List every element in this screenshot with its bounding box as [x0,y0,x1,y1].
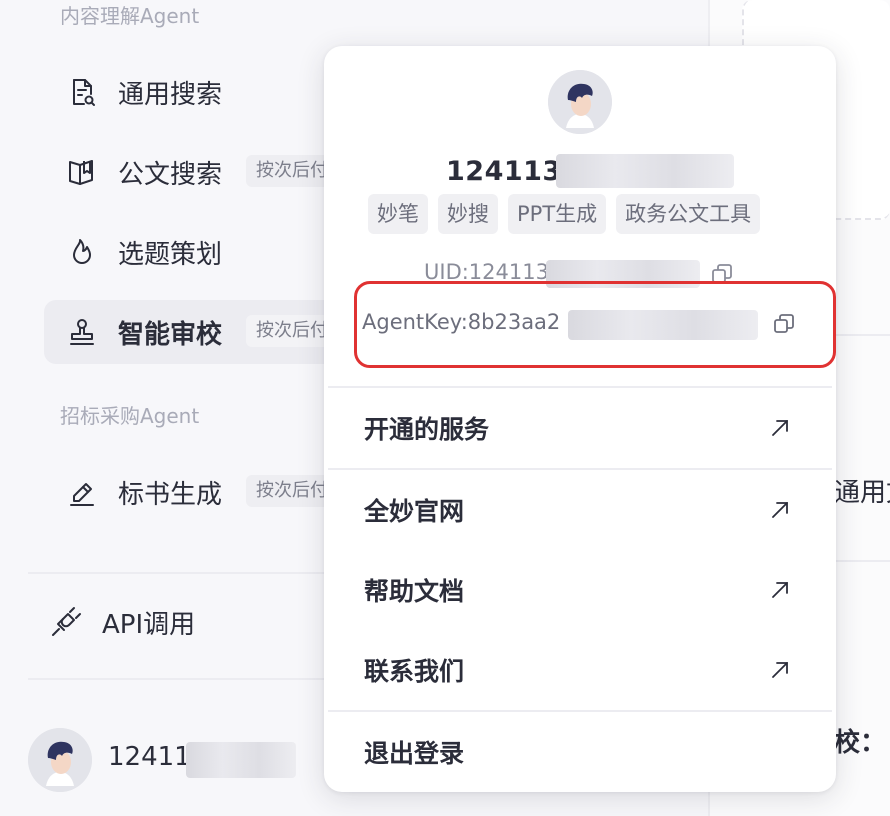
arrow-up-right-icon [768,578,792,602]
pen-write-icon [66,476,98,508]
sidebar-item-label: 智能审校 [118,320,223,350]
book-open-icon [66,156,98,188]
section-label: 内容理解Agent [60,4,200,28]
logout-label: 退出登录 [364,739,465,768]
document-search-icon [66,76,98,108]
service-tags: 妙笔 妙搜 PPT生成 政务公文工具 [368,194,761,234]
menu-item-contact-us[interactable]: 联系我们 [324,630,836,710]
service-tag: 妙笔 [368,194,428,234]
user-profile-button[interactable]: 124113 [28,728,328,792]
flame-icon [66,236,98,268]
avatar [28,728,92,792]
content-text: 通用文 [834,478,890,508]
stamp-icon [66,316,98,348]
section-label: 招标采购Agent [60,404,200,428]
arrow-up-right-icon [768,498,792,522]
menu-item-help-docs[interactable]: 帮助文档 [324,550,836,630]
plug-icon [50,606,82,638]
menu-item-label: 帮助文档 [364,577,465,606]
menu-item-label: 开通的服务 [364,415,490,444]
redaction-mask [556,154,734,188]
logout-button[interactable]: 退出登录 [324,712,836,792]
sidebar-item-label: 标书生成 [118,480,223,510]
arrow-up-right-icon [768,658,792,682]
service-tag: 妙搜 [438,194,498,234]
app-screen: 通用文 校： 内容理解Agent 通用搜索 公文搜索 按次 [0,0,890,816]
menu-item-label: 联系我们 [364,657,465,686]
sidebar-item-api[interactable]: API调用 [44,590,344,654]
redaction-mask [186,742,296,778]
redaction-mask [568,310,758,340]
copy-icon[interactable] [772,312,796,336]
sidebar-item-label: 公文搜索 [118,160,223,190]
sidebar-item-label: 选题策划 [118,240,223,270]
service-tag: PPT生成 [508,194,607,234]
divider [834,334,890,336]
content-text: 校： [834,728,887,758]
user-menu-popover: 1241136 妙笔 妙搜 PPT生成 政务公文工具 UID:124113 Ag… [324,46,836,792]
sidebar-item-label: 通用搜索 [118,80,223,110]
avatar [548,70,612,134]
divider [834,560,890,562]
menu-item-label: 全妙官网 [364,497,465,526]
sidebar-item-label: API调用 [102,610,196,640]
service-tag: 政务公文工具 [616,194,761,234]
agentkey-text: AgentKey:8b23aa2 [362,310,561,334]
arrow-up-right-icon [768,416,792,440]
menu-item-subscribed-services[interactable]: 开通的服务 [324,388,836,468]
menu-item-official-site[interactable]: 全妙官网 [324,470,836,550]
